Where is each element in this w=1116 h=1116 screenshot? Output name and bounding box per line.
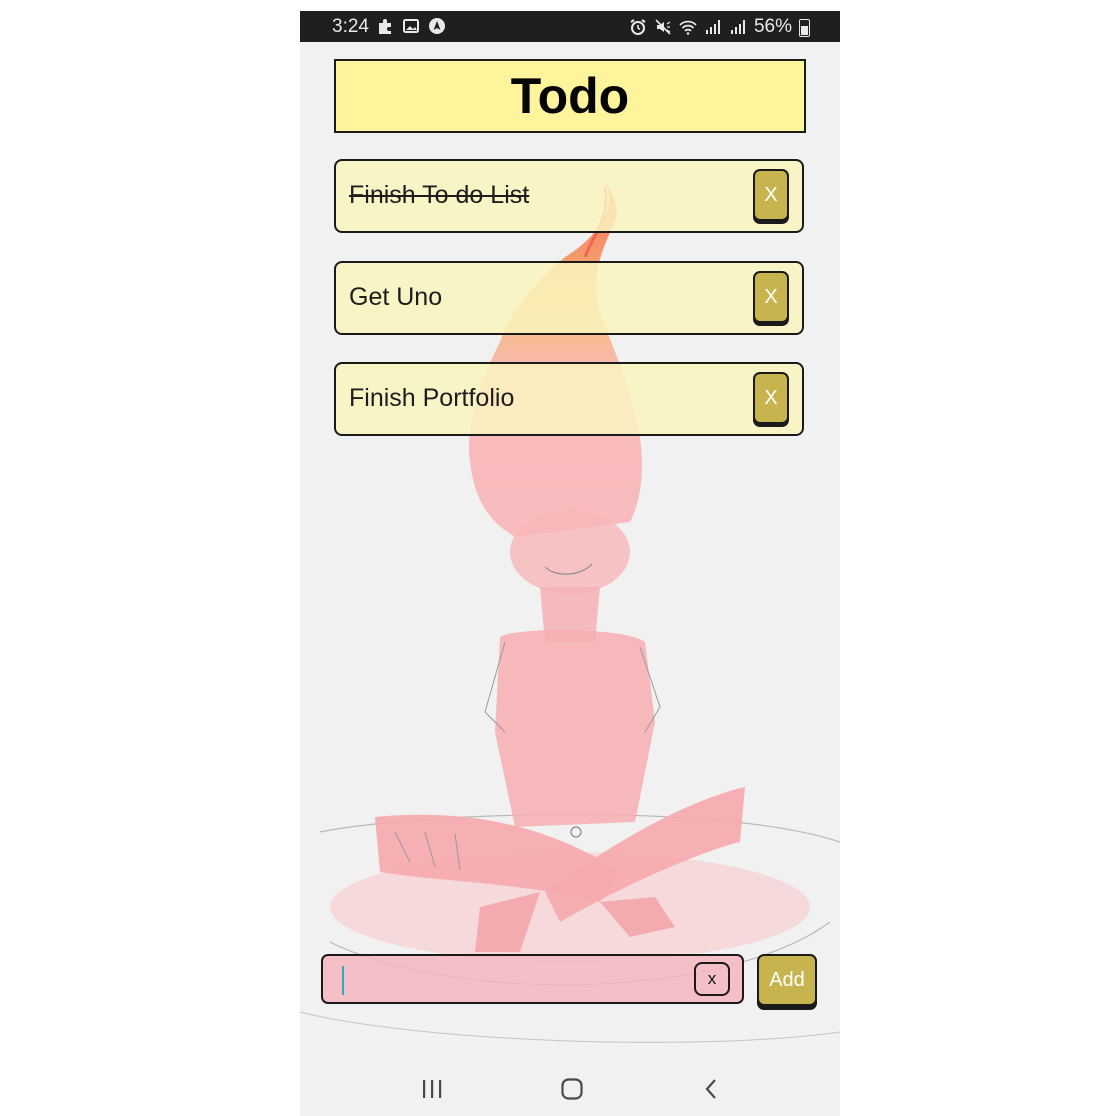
back-icon — [705, 1079, 716, 1099]
mute-icon — [655, 19, 671, 35]
todo-item[interactable]: Get Uno X — [334, 261, 804, 335]
new-todo-input[interactable] — [337, 964, 671, 996]
wifi-icon — [679, 20, 697, 35]
delete-todo-button[interactable]: X — [753, 271, 789, 323]
delete-todo-button[interactable]: X — [753, 169, 789, 221]
puzzle-icon — [379, 19, 391, 34]
image-icon — [403, 19, 419, 33]
todo-label[interactable]: Finish To do List — [349, 181, 529, 210]
battery-icon — [799, 19, 810, 37]
signal-icon — [705, 20, 720, 34]
home-icon — [561, 1078, 583, 1100]
todo-label[interactable]: Get Uno — [349, 283, 442, 312]
phone-screen: 3:24 56% Todo Finish To do List X Get Un… — [300, 11, 840, 1116]
status-bar: 3:24 56% — [300, 11, 840, 42]
back-button[interactable] — [692, 1074, 732, 1104]
navigation-bar — [300, 1062, 840, 1116]
alarm-icon — [630, 19, 646, 35]
signal-icon — [730, 20, 745, 34]
home-button[interactable] — [552, 1074, 592, 1104]
todo-item[interactable]: Finish To do List X — [334, 159, 804, 233]
battery-percent: 56% — [753, 16, 792, 37]
todo-label[interactable]: Finish Portfolio — [349, 384, 514, 413]
recent-apps-icon — [423, 1080, 442, 1098]
new-todo-field[interactable]: x — [321, 954, 744, 1004]
clear-input-button[interactable]: x — [694, 962, 730, 996]
text-cursor — [342, 966, 344, 995]
delete-todo-button[interactable]: X — [753, 372, 789, 424]
add-button[interactable]: Add — [757, 954, 817, 1006]
header-banner: Todo — [334, 59, 806, 133]
page-title: Todo — [510, 68, 630, 124]
status-time: 3:24 — [332, 16, 369, 37]
navigation-icon — [429, 18, 445, 34]
todo-item[interactable]: Finish Portfolio X — [334, 362, 804, 436]
recent-apps-button[interactable] — [412, 1074, 452, 1104]
